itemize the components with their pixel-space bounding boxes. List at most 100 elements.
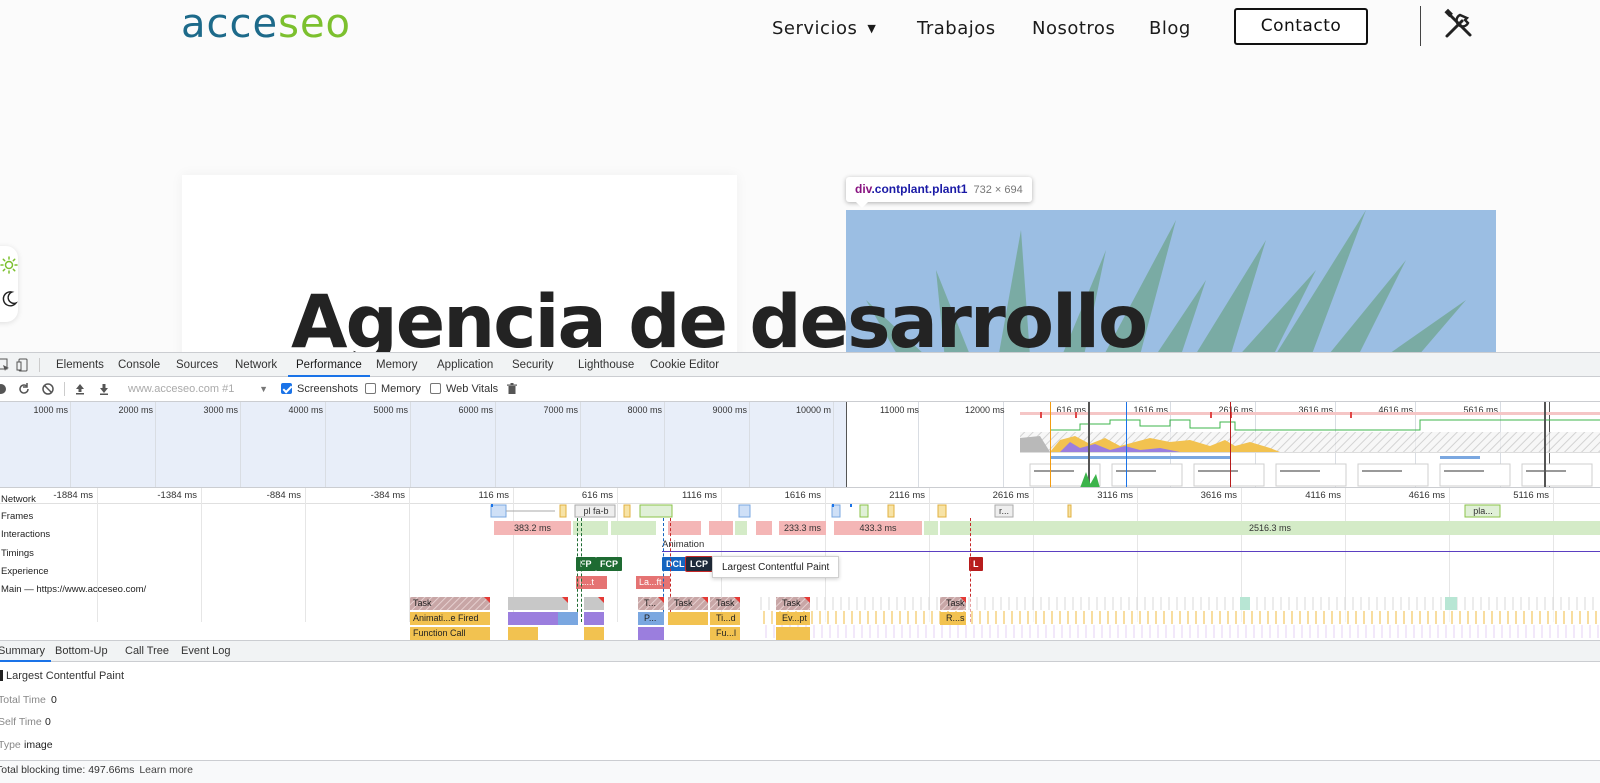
ruler-tick-label: 616 ms [581,490,613,501]
overview-selection-handle[interactable] [846,402,847,487]
frame-bar[interactable] [611,521,656,535]
timing-fp-marker[interactable]: FP [576,557,596,571]
frame-bar[interactable] [709,521,733,535]
tab-application[interactable]: Application [429,353,501,377]
trash-icon[interactable] [505,382,519,396]
frame-bar[interactable]: 383.2 ms [494,521,571,535]
tab-event-log[interactable]: Event Log [175,641,237,662]
inspect-element-icon[interactable] [0,358,10,372]
contact-button[interactable]: Contacto [1234,8,1368,45]
overview-tick-label: 5000 ms [373,405,408,415]
nav-nosotros[interactable]: Nosotros [1032,18,1115,39]
interaction-animation[interactable]: Animation [662,539,704,550]
frame-bar[interactable]: 2516.3 ms [940,521,1600,535]
tab-cookie-editor[interactable]: Cookie Editor [642,353,727,377]
sun-icon[interactable] [0,256,18,274]
performance-toolbar: www.acceseo.com #1 ▼ Screenshots Memory … [0,377,1600,402]
timing-dcl-marker[interactable]: DCL [662,557,689,571]
recording-select[interactable]: www.acceseo.com #1 ▼ [128,381,268,397]
main-event-label[interactable]: Ev...pt [779,612,809,625]
frame-bar[interactable] [735,521,747,535]
frames-track-row: 383.2 ms 233.3 ms 433.3 ms 2516.3 ms [0,521,1600,535]
checkbox-unchecked-icon [365,383,376,394]
main-task-label[interactable]: Task [713,597,740,610]
overview-tick-line [325,402,326,487]
tab-call-tree[interactable]: Call Tree [119,641,175,662]
moon-icon[interactable] [0,290,18,308]
overview-tick-label: 4000 ms [288,405,323,415]
main-task-label[interactable]: Task [943,597,965,610]
network-request-label[interactable]: pl fa-b [579,504,613,518]
main-event-label[interactable]: R...s [943,612,965,625]
tab-sources[interactable]: Sources [168,353,226,377]
site-logo[interactable]: acceseo [181,0,351,48]
tab-memory[interactable]: Memory [368,353,426,377]
nav-servicios[interactable]: Servicios ▼ [772,18,876,39]
overview-tick-label: 12000 ms [965,405,1005,415]
web-vitals-checkbox[interactable]: Web Vitals [430,382,498,397]
main-function-label[interactable]: Fu...l [713,627,740,640]
download-profile-icon[interactable] [97,382,111,396]
reload-record-icon[interactable] [17,382,31,396]
overview-tick-line [70,402,71,487]
theme-toggle[interactable] [0,246,18,322]
main-event-label[interactable]: P... [641,612,663,625]
record-icon[interactable] [0,382,8,396]
track-experience[interactable]: Experience [1,566,49,577]
network-request-label[interactable]: r... [996,504,1012,518]
main-task-label[interactable]: T... [641,597,663,610]
overview-tick-line [410,402,411,487]
tools-icon[interactable] [1442,7,1476,41]
frame-bar[interactable]: 233.3 ms [779,521,826,535]
checkbox-checked-icon [281,383,292,394]
layout-shift-marker[interactable]: La...ft [636,576,670,589]
tab-elements[interactable]: Elements [48,353,112,377]
overview-tick-line [749,402,750,487]
main-task-label[interactable]: Task [779,597,809,610]
tabbar-divider [39,358,40,372]
total-blocking-time: Total blocking time: 497.66ms [0,764,135,776]
main-task-label[interactable]: Task [410,597,470,610]
nav-blog[interactable]: Blog [1149,18,1191,39]
logo-text-seo: seo [278,1,352,47]
tab-summary[interactable]: Summary [0,641,52,662]
track-main[interactable]: Main — https://www.acceseo.com/ [1,584,146,595]
upload-profile-icon[interactable] [73,382,87,396]
tab-bottom-up[interactable]: Bottom-Up [49,641,114,662]
tab-performance[interactable]: Performance [288,353,370,377]
ruler-tick-label: 3116 ms [1097,490,1133,501]
timing-fcp-marker[interactable]: FCP [596,557,622,571]
main-event-label[interactable]: Ti...d [713,612,740,625]
frame-bar[interactable] [668,521,701,535]
overview-tick-label: 1000 ms [33,405,68,415]
nav-divider [1420,6,1421,46]
type-label: Type [0,739,21,751]
tab-network[interactable]: Network [227,353,285,377]
timeline-overview[interactable]: 1000 ms 2000 ms 3000 ms 4000 ms 5000 ms 6000 … [0,402,1600,488]
tab-lighthouse[interactable]: Lighthouse [570,353,642,377]
main-event-label[interactable]: Animati...e Fired [410,612,490,625]
network-request-label[interactable]: pla... [1470,504,1496,518]
frame-bar[interactable] [924,521,938,535]
frame-bar[interactable]: 433.3 ms [834,521,922,535]
frame-bar[interactable] [756,521,772,535]
tab-console[interactable]: Console [110,353,168,377]
frame-bar[interactable] [573,521,608,535]
timing-lcp-marker[interactable]: LCP [685,556,713,572]
network-track-row: pl fa-b r... pla... [0,504,1600,518]
logo-text-acce: acce [181,1,279,47]
main-task-label[interactable]: Task [671,597,707,610]
learn-more-link[interactable]: Learn more [139,764,193,776]
ruler-tick-label: 3616 ms [1200,490,1237,501]
timing-l-marker[interactable]: L [969,557,983,571]
inspect-tag: div [855,182,872,196]
screenshots-checkbox[interactable]: Screenshots [281,382,358,397]
tab-security[interactable]: Security [504,353,562,377]
main-function-label[interactable]: Function Call [410,627,490,640]
overview-activity-chart [1020,402,1600,487]
device-toolbar-icon[interactable] [16,358,30,372]
nav-trabajos[interactable]: Trabajos [917,18,996,39]
clear-icon[interactable] [41,382,55,396]
ruler-tick-label: 2116 ms [889,490,925,501]
memory-checkbox[interactable]: Memory [365,382,421,397]
